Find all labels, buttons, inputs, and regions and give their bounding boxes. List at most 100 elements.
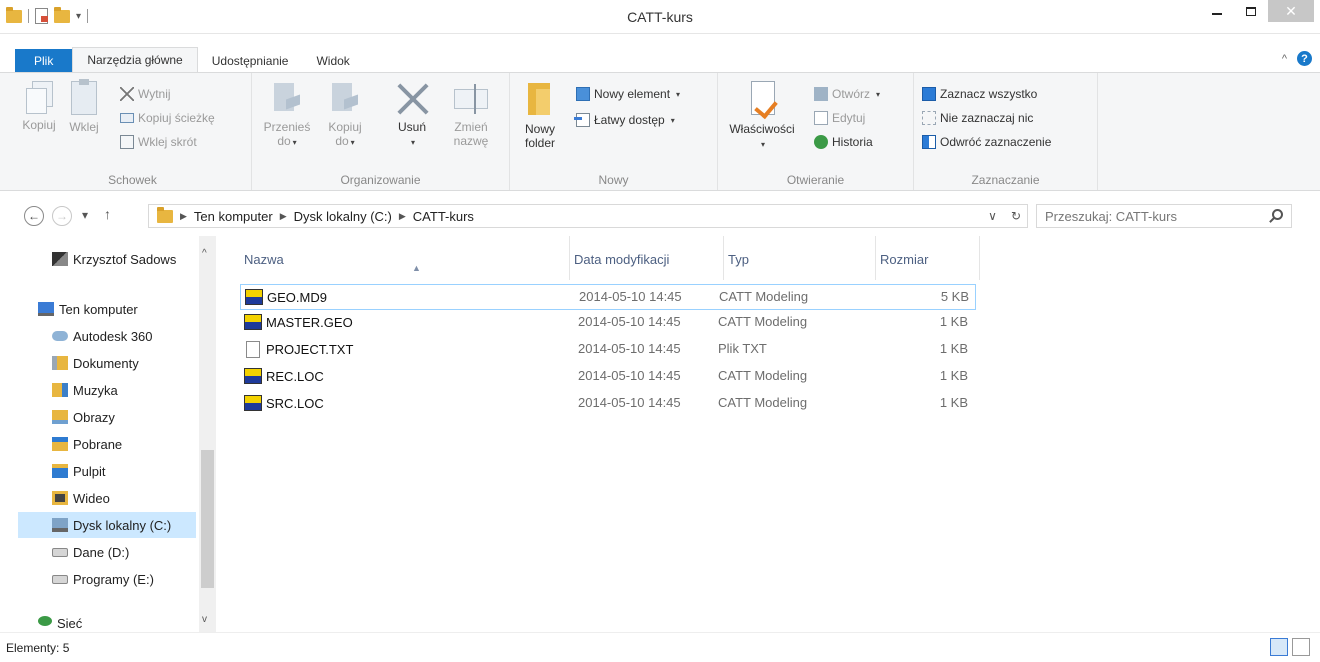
nav-item-videos[interactable]: Wideo: [52, 485, 110, 511]
details-view-button[interactable]: [1270, 638, 1288, 656]
move-to-button[interactable]: Przenieś do ▾: [262, 81, 312, 150]
close-icon: ✕: [1285, 2, 1297, 19]
nav-item-label: Dane (D:): [73, 544, 130, 560]
nav-item-music[interactable]: Muzyka: [52, 377, 118, 403]
up-button[interactable]: ↑: [104, 206, 111, 222]
new-folder-label: Nowy: [524, 122, 555, 136]
open-label: Otwórz: [832, 87, 871, 101]
open-button[interactable]: Otwórz ▾: [814, 87, 880, 101]
close-button[interactable]: ✕: [1268, 0, 1314, 22]
forward-button[interactable]: →: [52, 206, 72, 226]
search-input[interactable]: Przeszukaj: CATT-kurs: [1036, 204, 1292, 228]
search-icon[interactable]: [1272, 209, 1283, 220]
delete-button[interactable]: Usuń ▾: [390, 81, 434, 150]
select-none-label: Nie zaznaczaj nic: [940, 111, 1034, 125]
table-row[interactable]: SRC.LOC 2014-05-10 14:45 CATT Modeling 1…: [240, 391, 976, 417]
select-all-button[interactable]: Zaznacz wszystko: [922, 87, 1037, 101]
breadcrumb-separator-icon[interactable]: ▶: [280, 211, 287, 222]
tab-view[interactable]: Widok: [302, 49, 363, 73]
maximize-button[interactable]: [1234, 0, 1268, 22]
new-folder-label-2: folder: [524, 136, 556, 150]
select-none-button[interactable]: Nie zaznaczaj nic: [922, 111, 1033, 125]
breadcrumb-local-disk[interactable]: Dysk lokalny (C:): [294, 209, 392, 224]
history-button[interactable]: Historia: [814, 135, 873, 149]
table-row[interactable]: PROJECT.TXT 2014-05-10 14:45 Plik TXT 1 …: [240, 337, 976, 363]
nav-item-autodesk-360[interactable]: Autodesk 360: [52, 323, 153, 349]
large-icons-view-button[interactable]: [1292, 638, 1310, 656]
downloads-icon: [52, 437, 68, 451]
nav-item-label: Krzysztof Sadows: [73, 251, 177, 267]
column-header-label: Data modyfikacji: [574, 252, 670, 267]
scroll-down-icon[interactable]: v: [202, 614, 207, 625]
properties-button[interactable]: Właściwości ▾: [724, 81, 800, 152]
chevron-down-icon: ▾: [876, 89, 881, 99]
column-header-size[interactable]: Rozmiar: [876, 236, 980, 280]
breadcrumb-separator-icon[interactable]: ▶: [399, 211, 406, 222]
delete-label: Usuń: [397, 120, 426, 134]
table-row[interactable]: REC.LOC 2014-05-10 14:45 CATT Modeling 1…: [240, 364, 976, 390]
select-group: Zaznacz wszystko Nie zaznaczaj nic Odwró…: [914, 73, 1098, 190]
rename-button[interactable]: Zmień nazwę: [448, 81, 494, 148]
breadcrumb-this-pc[interactable]: Ten komputer: [194, 209, 273, 224]
copy-button[interactable]: Kopiuj: [20, 81, 58, 132]
nav-item-label: Dokumenty: [73, 355, 139, 371]
column-header-type[interactable]: Typ: [724, 236, 876, 280]
address-history-dropdown[interactable]: ∨: [988, 209, 997, 223]
chevron-down-icon: ▾: [350, 138, 355, 147]
catt-file-icon: [244, 395, 262, 411]
nav-item-label: Sieć: [57, 616, 83, 631]
nav-item-pictures[interactable]: Obrazy: [52, 404, 115, 430]
table-row[interactable]: GEO.MD9 2014-05-10 14:45 CATT Modeling 5…: [240, 284, 976, 310]
organize-group-label: Organizowanie: [340, 173, 421, 187]
folder-icon: [157, 206, 173, 223]
nav-item-downloads[interactable]: Pobrane: [52, 431, 122, 457]
file-size: 1 KB: [939, 395, 968, 410]
history-label: Historia: [832, 135, 873, 149]
nav-item-user[interactable]: Krzysztof Sadows: [52, 246, 176, 272]
copy-path-button[interactable]: Kopiuj ścieżkę: [120, 111, 215, 125]
open-group-label: Otwieranie: [786, 173, 845, 187]
nav-item-local-disk-c[interactable]: Dysk lokalny (C:): [18, 512, 196, 538]
scrollbar-thumb[interactable]: [201, 450, 214, 588]
back-button[interactable]: ←: [24, 206, 44, 226]
file-size: 5 KB: [940, 289, 969, 304]
open-group: Właściwości ▾ Otwórz ▾ Edytuj Historia O…: [718, 73, 914, 190]
edit-button[interactable]: Edytuj: [814, 111, 865, 125]
nav-item-drive-e[interactable]: Programy (E:): [52, 566, 154, 592]
recent-locations-dropdown[interactable]: ▾: [82, 208, 88, 222]
nav-item-this-pc[interactable]: Ten komputer: [38, 296, 138, 322]
file-name: MASTER.GEO: [266, 314, 353, 330]
column-header-date[interactable]: Data modyfikacji: [570, 236, 724, 280]
copy-label: Kopiuj: [22, 118, 56, 132]
new-item-button[interactable]: Nowy element ▾: [576, 87, 680, 101]
tab-home[interactable]: Narzędzia główne: [72, 47, 198, 73]
title-bar: ▾ CATT-kurs ✕: [0, 0, 1320, 34]
help-icon[interactable]: ?: [1297, 51, 1312, 66]
network-icon: [38, 616, 52, 626]
address-bar[interactable]: ▶ Ten komputer ▶ Dysk lokalny (C:) ▶ CAT…: [148, 204, 1028, 228]
easy-access-button[interactable]: Łatwy dostęp ▾: [574, 113, 675, 127]
scroll-up-icon[interactable]: ^: [202, 248, 207, 259]
nav-item-documents[interactable]: Dokumenty: [52, 350, 139, 376]
nav-item-label: Ten komputer: [59, 301, 138, 317]
nav-item-desktop[interactable]: Pulpit: [52, 458, 106, 484]
collapse-ribbon-icon[interactable]: ^: [1282, 53, 1287, 65]
breadcrumb-separator-icon[interactable]: ▶: [180, 211, 187, 222]
minimize-button[interactable]: [1200, 0, 1234, 22]
cut-button[interactable]: Wytnij: [120, 87, 171, 101]
tab-share[interactable]: Udostępnianie: [198, 49, 303, 73]
select-all-label: Zaznacz wszystko: [940, 87, 1038, 101]
refresh-icon[interactable]: ↻: [1011, 209, 1021, 223]
paste-shortcut-button[interactable]: Wklej skrót: [120, 135, 197, 149]
nav-item-network[interactable]: Sieć: [38, 616, 82, 632]
new-folder-button[interactable]: Nowy folder: [518, 81, 562, 150]
navigation-scrollbar[interactable]: ^ v: [199, 236, 216, 632]
paste-button[interactable]: Wklej: [64, 79, 104, 134]
tab-file[interactable]: Plik: [15, 49, 73, 73]
table-row[interactable]: MASTER.GEO 2014-05-10 14:45 CATT Modelin…: [240, 310, 976, 336]
breadcrumb-current-folder[interactable]: CATT-kurs: [413, 209, 474, 224]
copy-to-button[interactable]: Kopiuj do ▾: [320, 81, 370, 150]
nav-item-drive-d[interactable]: Dane (D:): [52, 539, 129, 565]
column-header-name[interactable]: Nazwa ▲: [240, 236, 570, 280]
invert-selection-button[interactable]: Odwróć zaznaczenie: [922, 135, 1051, 149]
